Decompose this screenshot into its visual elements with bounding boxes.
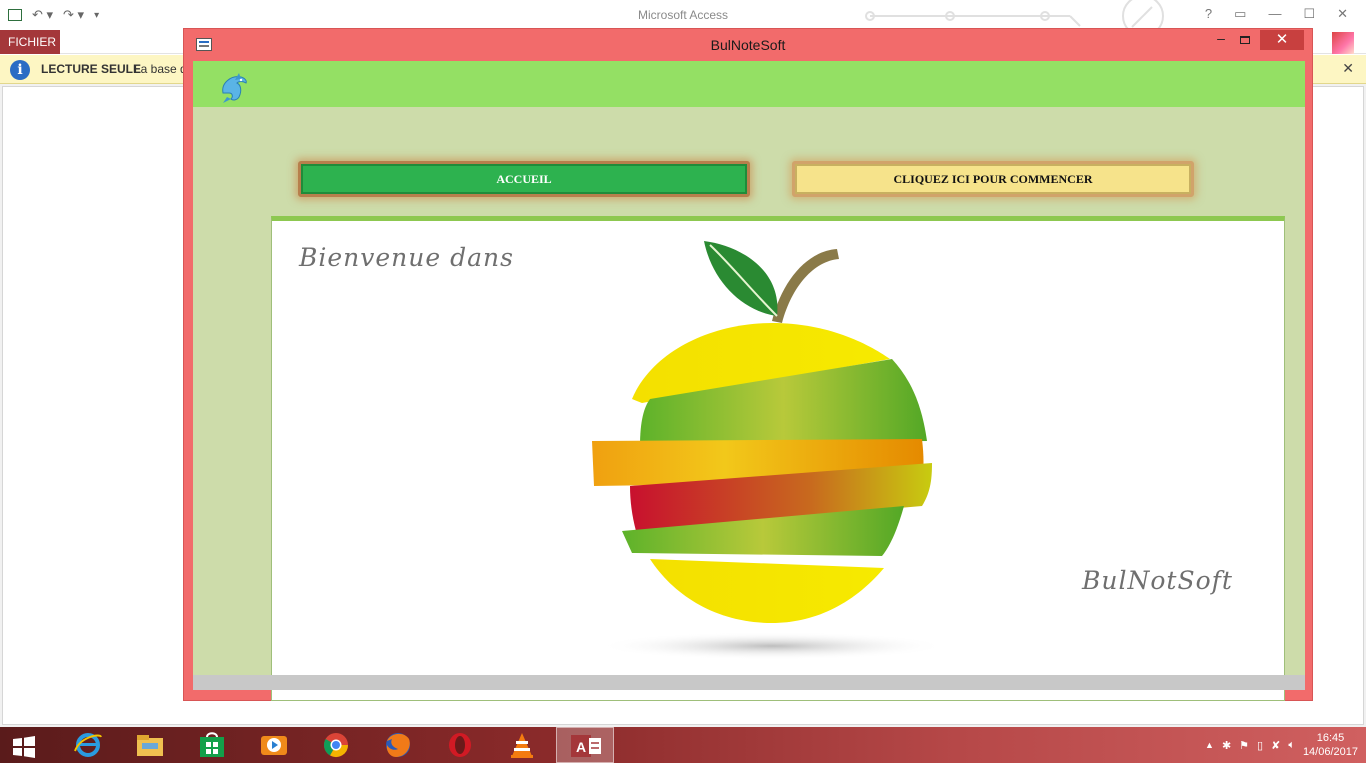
user-avatar[interactable]	[1332, 32, 1354, 54]
access-titlebar: ↶ ▾ ↷ ▾ ▾ Microsoft Access ? ▭ — ☐ ✕	[0, 0, 1366, 30]
firefox-icon[interactable]	[382, 731, 414, 759]
welcome-panel: Bienvenue dans BulNotSoft	[271, 216, 1285, 701]
message-bar-label: LECTURE SEULE	[41, 62, 142, 76]
network-icon[interactable]: ✘	[1271, 739, 1280, 752]
clock-date: 14/06/2017	[1302, 746, 1358, 758]
clock[interactable]: 16:45 14/06/2017	[1303, 731, 1358, 759]
message-bar-close-icon[interactable]: ✕	[1342, 60, 1354, 77]
start-icon[interactable]	[12, 735, 36, 759]
form-footer	[193, 675, 1305, 690]
info-icon: i	[10, 60, 30, 80]
chrome-icon[interactable]	[320, 731, 352, 759]
help-button[interactable]: ?	[1205, 6, 1212, 22]
close-button[interactable]: ✕	[1337, 6, 1348, 22]
vlc-icon[interactable]	[506, 731, 538, 759]
start-button[interactable]: CLIQUEZ ICI POUR COMMENCER	[792, 161, 1194, 197]
maximize-button[interactable]: ☐	[1303, 6, 1315, 22]
form-client-area: ACCUEIL CLIQUEZ ICI POUR COMMENCER Bienv…	[193, 61, 1305, 701]
brand-text: BulNotSoft	[1082, 566, 1233, 595]
access-icon[interactable]: A	[556, 727, 614, 763]
form-title: BulNoteSoft	[710, 37, 786, 53]
battery-icon[interactable]: ▯	[1257, 739, 1263, 752]
store-icon[interactable]	[196, 731, 228, 759]
form-window: BulNoteSoft – ✕ ACCUEIL CLIQUEZ ICI POUR…	[183, 28, 1313, 701]
accueil-button[interactable]: ACCUEIL	[298, 161, 750, 197]
dolphin-icon	[222, 73, 247, 103]
svg-text:A: A	[576, 739, 586, 755]
tab-fichier[interactable]: FICHIER	[0, 30, 60, 54]
window-controls: ? ▭ — ☐ ✕	[1205, 6, 1348, 22]
welcome-text: Bienvenue dans	[299, 243, 514, 272]
explorer-icon[interactable]	[134, 731, 166, 759]
form-header	[193, 61, 1305, 107]
form-titlebar[interactable]: BulNoteSoft – ✕	[184, 29, 1312, 61]
network-activity-icon[interactable]: ✱	[1222, 739, 1231, 752]
taskbar: A ▲ ✱ ⚑ ▯ ✘ 🔈︎ 16:45 14/06/2017	[0, 727, 1366, 763]
fruit-logo-image	[592, 241, 947, 660]
tray-overflow-icon[interactable]: ▲	[1205, 740, 1214, 750]
form-minimize-button[interactable]: –	[1214, 31, 1228, 47]
opera-icon[interactable]	[444, 731, 476, 759]
clock-time: 16:45	[1316, 732, 1345, 744]
minimize-button[interactable]: —	[1268, 6, 1281, 22]
system-tray: ▲ ✱ ⚑ ▯ ✘ 🔈︎ 16:45 14/06/2017	[1205, 727, 1366, 763]
ribbon-options-button[interactable]: ▭	[1234, 6, 1246, 22]
ie-icon[interactable]	[72, 731, 104, 759]
volume-icon[interactable]: 🔈︎	[1288, 739, 1295, 752]
message-bar-text: La base d	[134, 62, 187, 76]
form-maximize-button[interactable]	[1240, 36, 1250, 44]
app-title: Microsoft Access	[637, 8, 729, 22]
form-close-button[interactable]: ✕	[1260, 30, 1304, 50]
action-center-icon[interactable]: ⚑	[1239, 739, 1249, 752]
media-icon[interactable]	[258, 731, 290, 759]
